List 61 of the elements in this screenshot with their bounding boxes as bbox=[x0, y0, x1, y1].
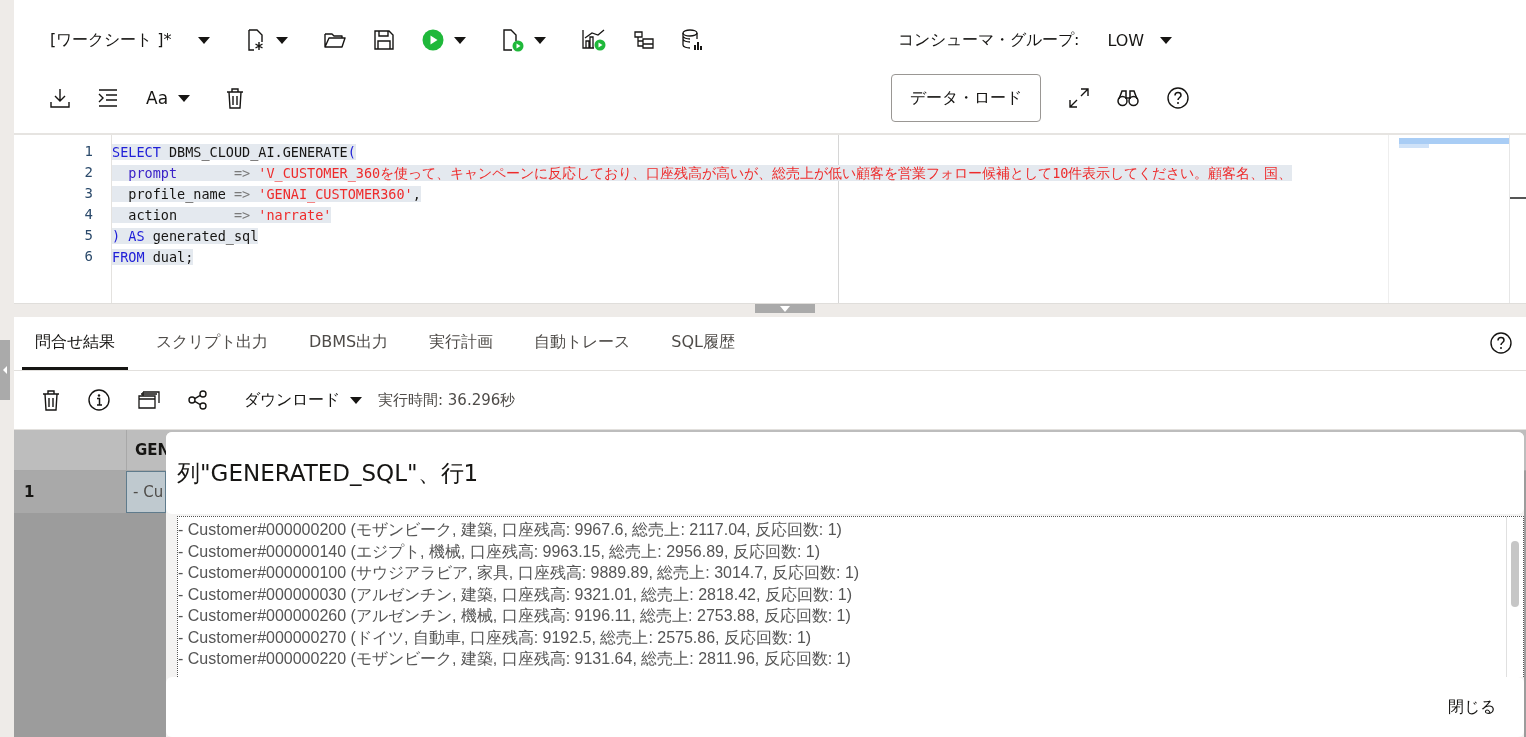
run-script-icon[interactable] bbox=[501, 28, 524, 52]
run-icon[interactable] bbox=[421, 29, 444, 51]
help-icon[interactable] bbox=[1490, 332, 1512, 354]
chart-run-icon[interactable] bbox=[581, 29, 606, 51]
expand-icon[interactable] bbox=[1069, 88, 1089, 108]
scrollbar-thumb[interactable] bbox=[1510, 197, 1526, 199]
line-number: 1 bbox=[83, 142, 94, 161]
caret-icon[interactable] bbox=[178, 94, 191, 102]
caret-icon[interactable] bbox=[453, 36, 466, 44]
close-button[interactable]: 閉じる bbox=[1438, 688, 1506, 726]
caret-icon[interactable] bbox=[275, 36, 288, 44]
collapse-handle[interactable] bbox=[0, 340, 10, 400]
worksheet-title[interactable]: [ワークシート ]* bbox=[50, 29, 172, 51]
data-load-button[interactable]: データ・ロード bbox=[891, 74, 1041, 122]
result-line: - Customer#000000270 (ドイツ, 自動車, 口座残高: 9192.5, 総売上: 2575.86, 反応回数: 1) bbox=[178, 627, 813, 648]
splitter-handle[interactable] bbox=[755, 304, 815, 313]
result-line: - Customer#000000200 (モザンビーク, 建築, 口座残高: 9967.6, 総売上: 2117.04, 反応回数: 1) bbox=[178, 520, 843, 540]
row-number: 1 bbox=[14, 471, 126, 513]
consumer-group-select[interactable]: LOW bbox=[1107, 30, 1145, 50]
database-icon[interactable] bbox=[681, 29, 704, 51]
caret-icon[interactable] bbox=[533, 36, 546, 44]
info-icon[interactable] bbox=[88, 389, 110, 411]
folder-icon[interactable] bbox=[323, 31, 346, 49]
tab[interactable]: DBMS出力 bbox=[296, 317, 402, 370]
download-icon[interactable] bbox=[50, 88, 70, 108]
dialog-title: 列"GENERATED_SQL"、行1 bbox=[177, 458, 479, 488]
help-icon[interactable] bbox=[1167, 87, 1189, 109]
consumer-group-label: コンシューマ・グループ: bbox=[898, 29, 1080, 51]
table-cell[interactable]: - Cu bbox=[126, 471, 166, 513]
indent-icon[interactable] bbox=[98, 89, 118, 107]
execution-time: 実行時間: 36.296秒 bbox=[378, 390, 516, 410]
result-line: - Customer#000000030 (アルゼンチン, 建築, 口座残高: 9321.01, 総売上: 2818.42, 反応回数: 1) bbox=[178, 584, 853, 605]
result-line: - Customer#000000260 (アルゼンチン, 機械, 口座残高: 9196.11, 総売上: 2753.88, 反応回数: 1) bbox=[178, 606, 852, 626]
line-number: 5 bbox=[83, 226, 94, 245]
tree-icon[interactable] bbox=[633, 31, 654, 49]
scrollbar-thumb[interactable] bbox=[1511, 541, 1519, 607]
line-number: 3 bbox=[83, 184, 94, 203]
text-area[interactable] bbox=[177, 516, 1524, 677]
tab[interactable]: 実行計画 bbox=[416, 317, 507, 370]
tab[interactable]: 自動トレース bbox=[521, 317, 644, 370]
windows-icon[interactable] bbox=[138, 391, 160, 409]
line-number: 4 bbox=[83, 205, 94, 224]
trash-icon[interactable] bbox=[226, 87, 245, 109]
binoculars-icon[interactable] bbox=[1117, 89, 1139, 107]
tab[interactable]: スクリプト出力 bbox=[143, 317, 281, 370]
save-icon[interactable] bbox=[373, 30, 394, 50]
font-size-button[interactable]: Aa bbox=[146, 88, 169, 108]
caret-icon[interactable] bbox=[197, 36, 210, 44]
caret-icon[interactable] bbox=[1160, 36, 1173, 44]
download-menu[interactable]: ダウンロード bbox=[244, 389, 340, 411]
result-line: - Customer#000000220 (モザンビーク, 建築, 口座残高: 9131.64, 総売上: 2811.96, 反応回数: 1) bbox=[178, 649, 852, 669]
trash-icon[interactable] bbox=[42, 389, 60, 411]
tab[interactable]: SQL履歴 bbox=[658, 317, 748, 370]
caret-icon[interactable] bbox=[350, 396, 362, 404]
tab[interactable]: 問合せ結果 bbox=[22, 317, 128, 370]
result-line: - Customer#000000140 (エジプト, 機械, 口座残高: 9963.15, 総売上: 2956.89, 反応回数: 1) bbox=[178, 541, 821, 562]
line-number: 2 bbox=[83, 163, 94, 182]
line-number: 6 bbox=[83, 247, 94, 266]
share-icon[interactable] bbox=[188, 390, 208, 410]
new-file-icon[interactable] bbox=[245, 29, 266, 51]
result-line: - Customer#000000100 (サウジアラビア, 家具, 口座残高: 9889.89, 総売上: 3014.7, 反応回数: 1) bbox=[178, 563, 861, 583]
